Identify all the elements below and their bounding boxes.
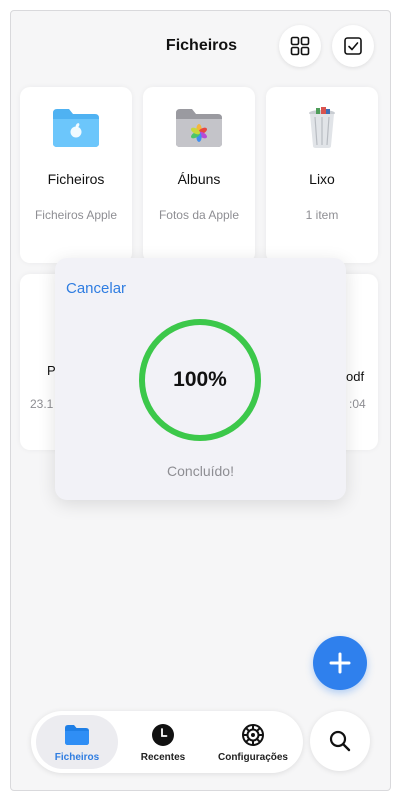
gear-icon [242, 724, 264, 746]
file-date: 23.1 [30, 397, 54, 411]
tab-label: Recentes [140, 752, 186, 763]
file-name: odf [346, 369, 365, 384]
tab-bar: Ficheiros Recentes Configurações [31, 711, 303, 773]
folder-card-lixo[interactable]: Lixo 1 item [266, 87, 378, 263]
search-icon [329, 730, 351, 752]
folder-subtitle: Ficheiros Apple [34, 208, 118, 222]
trash-bin-icon [309, 107, 335, 148]
tab-label: Ficheiros [54, 752, 100, 763]
checkbox-icon [344, 37, 362, 55]
folder-card-albuns[interactable]: Álbuns Fotos da Apple [143, 87, 255, 263]
folder-name: Lixo [309, 171, 335, 187]
header: Ficheiros [11, 11, 390, 83]
folder-card-ficheiros[interactable]: Ficheiros Ficheiros Apple [20, 87, 132, 263]
folder-subtitle: 1 item [305, 208, 339, 222]
select-button[interactable] [332, 25, 374, 67]
clock-icon [152, 724, 174, 746]
folder-name: Álbuns [177, 171, 221, 187]
progress-dialog: Cancelar 100% Concluído! [55, 258, 346, 500]
grid-icon [290, 36, 310, 56]
cancel-button[interactable]: Cancelar [66, 280, 126, 297]
folder-icon [65, 725, 89, 745]
progress-percent: 100% [173, 368, 227, 391]
photos-folder-icon [176, 109, 222, 147]
tab-label: Configurações [217, 752, 288, 763]
folder-name: Ficheiros [47, 171, 105, 187]
folder-subtitle: Fotos da Apple [158, 208, 240, 222]
file-date: :04 [349, 397, 366, 411]
tab-configuracoes[interactable]: Configurações [207, 715, 299, 769]
progress-status: Concluído! [167, 463, 234, 479]
folder-apple-icon [53, 109, 99, 147]
add-button[interactable] [313, 636, 367, 690]
grid-view-button[interactable] [279, 25, 321, 67]
plus-icon [329, 652, 351, 674]
app-screen: Ficheiros Ficheiros Ficheiros Apple Álbu… [10, 10, 391, 791]
tab-ficheiros[interactable]: Ficheiros [36, 715, 118, 769]
tab-recentes[interactable]: Recentes [122, 715, 204, 769]
search-button[interactable] [310, 711, 370, 771]
